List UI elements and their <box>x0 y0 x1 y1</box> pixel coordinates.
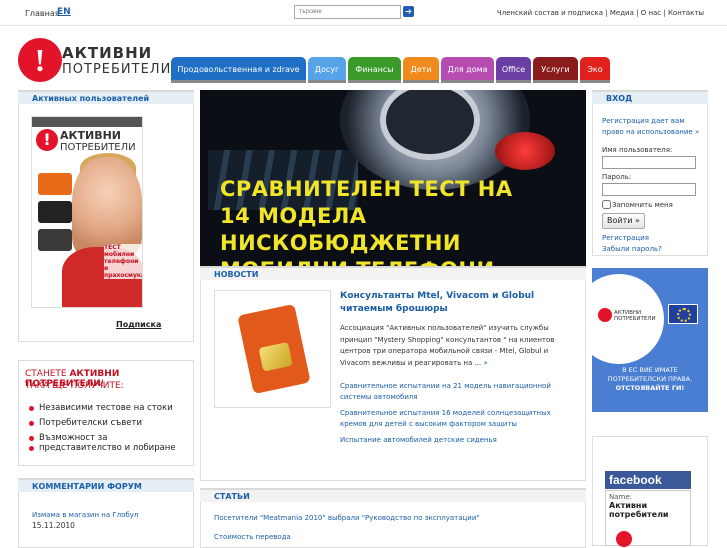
eu-banner-logo-mark <box>598 308 612 322</box>
eu-line3: ОТСТОЯВАЙТЕ ГИ! <box>615 384 685 392</box>
news-item-link[interactable]: Сравнительное испытания 16 моделей солнц… <box>340 408 555 430</box>
cover-thumb <box>38 229 72 251</box>
members-title: Активных пользователей <box>18 90 194 104</box>
password-field[interactable] <box>602 183 696 196</box>
facebook-name-line1: Активни <box>609 501 648 510</box>
promo-list: Независими тестове на стоки Потребителск… <box>29 403 176 458</box>
eu-consumer-rights-banner[interactable]: АКТИВНИ ПОТРЕБИТЕЛИ В ЕС ВИЕ ИМАТЕ ПОТРЕ… <box>592 268 708 412</box>
news-more-link[interactable]: » <box>483 359 487 367</box>
username-label: Имя пользователя: <box>602 146 673 154</box>
sim-card-image <box>237 303 311 395</box>
tab-finance[interactable]: Финансы <box>348 57 401 83</box>
hero-line2: 14 МОДЕЛА НИСКОБЮДЖЕТНИ <box>220 204 461 255</box>
logo-mark: ! <box>18 38 62 82</box>
cover-thumb <box>38 173 72 195</box>
cover-thumb <box>38 201 72 223</box>
subscribe-link[interactable]: Подписка <box>116 320 161 329</box>
facebook-name-line2: потребители <box>609 510 669 519</box>
hero-banner[interactable]: СРАВНИТЕЛЕН ТЕСТ НА 14 МОДЕЛА НИСКОБЮДЖЕ… <box>200 90 586 266</box>
forgot-password-link[interactable]: Забыли пароль? <box>602 245 662 253</box>
eu-banner-logo-text: АКТИВНИ ПОТРЕБИТЕЛИ <box>614 310 656 322</box>
logo-line1: АКТИВНИ <box>62 44 153 62</box>
cover-band <box>32 117 142 127</box>
cover-tagline: ТЕСТ мобилни телефони и прахосмукачки <box>104 244 142 279</box>
tab-services[interactable]: Услуги <box>533 57 578 83</box>
news-summary: Ассоциация "Активных пользователей" изуч… <box>340 323 555 369</box>
tab-office[interactable]: Office <box>496 57 531 83</box>
site-logo[interactable]: ! АКТИВНИ ПОТРЕБИТЕЛИ <box>18 38 170 86</box>
login-title: ВХОД <box>592 90 708 104</box>
hero-line1: СРАВНИТЕЛЕН ТЕСТ НА <box>220 177 513 201</box>
eu-line2: ПОТРЕБИТЕЛСКИ ПРАВА. <box>607 375 693 383</box>
register-link[interactable]: Регистрация <box>602 234 649 242</box>
language-en-link[interactable]: EN <box>57 7 71 17</box>
promo-title-pre: СТАНЕТЕ <box>25 369 70 379</box>
hero-headline: СРАВНИТЕЛЕН ТЕСТ НА 14 МОДЕЛА НИСКОБЮДЖЕ… <box>220 176 580 266</box>
news-item-link[interactable]: Сравнительное испытании на 21 модель нав… <box>340 381 555 403</box>
cover-title-line2: ПОТРЕБИТЕЛИ <box>60 142 136 153</box>
articles-title: СТАТЬИ <box>200 488 586 502</box>
forum-item-link[interactable]: Измама в магазин на Глобул <box>32 511 138 519</box>
promo-item: Потребителски съвети <box>29 418 176 428</box>
registration-info-link[interactable]: Регистрация дает вам право на использова… <box>602 116 704 138</box>
password-label: Пароль: <box>602 173 632 181</box>
top-bar: Главная EN ➔ Членский состав и подписка … <box>0 0 727 26</box>
logo-line2: ПОТРЕБИТЕЛИ <box>62 62 172 77</box>
article-link[interactable]: Посетители "Meatmania 2010" выбрали "Рук… <box>214 514 480 522</box>
magazine-cover[interactable]: ! АКТИВНИ ПОТРЕБИТЕЛИ ТЕСТ мобилни телеф… <box>31 116 143 308</box>
tab-food-health[interactable]: Продовольственная и zdrave <box>171 57 306 83</box>
top-links[interactable]: Членский состав и подписка | Медиа | О н… <box>497 9 704 17</box>
username-field[interactable] <box>602 156 696 169</box>
eu-line1: В ЕС ВИЕ ИМАТЕ <box>622 366 678 374</box>
news-image[interactable] <box>214 290 331 408</box>
facebook-page-card[interactable]: Name: Активни потребители <box>605 490 691 547</box>
home-link[interactable]: Главная <box>25 9 60 18</box>
membership-promo[interactable]: СТАНЕТЕ АКТИВНИ ПОТРЕБИТЕЛИ! ТАКА ЩЕ ПОЛ… <box>18 360 194 466</box>
sim-chip <box>258 341 293 372</box>
search-button[interactable]: ➔ <box>403 6 414 17</box>
remember-me-checkbox[interactable] <box>602 200 611 209</box>
cover-title-line1: АКТИВНИ <box>60 129 122 142</box>
promo-item-continued: представителство и лобиране <box>29 443 176 453</box>
news-headline-link[interactable]: Консультанты Mtel, Vivacom и Globul чита… <box>340 290 560 316</box>
cover-logo-mark: ! <box>36 129 58 151</box>
remember-me-label: Запомнить меня <box>612 201 673 209</box>
hero-line3: МОБИЛНИ ТЕЛЕФОНИ <box>220 257 580 266</box>
promo-subtitle: ТАКА ЩЕ ПОЛУЧИТЕ: <box>25 381 124 391</box>
login-button[interactable]: Войти » <box>602 213 645 229</box>
promo-item: Възможност за <box>29 433 176 443</box>
promo-item: Независими тестове на стоки <box>29 403 176 413</box>
forum-title: КОММЕНТАРИИ ФОРУМ <box>18 478 194 492</box>
news-item-link[interactable]: Испытание автомобилей детские сиденья <box>340 435 555 446</box>
tab-eco[interactable]: Эко <box>580 57 610 83</box>
eu-banner-text: В ЕС ВИЕ ИМАТЕ ПОТРЕБИТЕЛСКИ ПРАВА. ОТСТ… <box>598 366 702 393</box>
hero-phone-red-button <box>495 132 555 170</box>
tab-leisure[interactable]: Досуг <box>308 57 346 83</box>
forum-item-date: 15.11.2010 <box>32 521 75 530</box>
eu-flag-icon <box>668 304 698 324</box>
article-link[interactable]: Стоимость перевода <box>214 533 291 541</box>
news-summary-text: Ассоциация "Активных пользователей" изуч… <box>340 324 555 367</box>
tab-home[interactable]: Для дома <box>441 57 494 83</box>
facebook-name-label: Name: <box>609 493 633 501</box>
facebook-header[interactable]: facebook <box>605 471 691 489</box>
tab-kids[interactable]: Дети <box>403 57 439 83</box>
news-title: НОВОСТИ <box>200 266 586 280</box>
arrow-right-icon: ➔ <box>405 7 412 16</box>
cover-photo-face <box>72 157 142 257</box>
search-input[interactable] <box>294 5 401 19</box>
